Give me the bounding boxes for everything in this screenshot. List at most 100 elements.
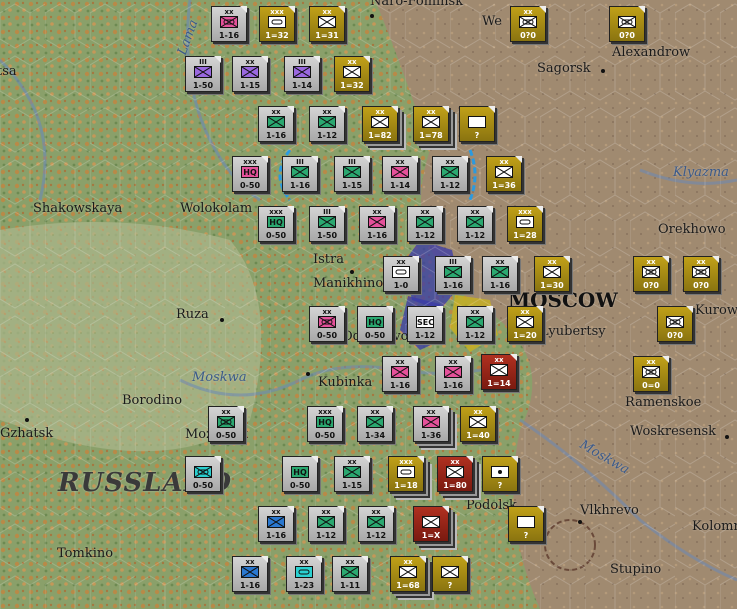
unit-counter[interactable]: ? [508, 506, 544, 542]
armor-symbol-icon [268, 16, 286, 28]
unit-counter[interactable]: III 1-50 [309, 206, 345, 242]
inf-symbol-icon [267, 516, 285, 528]
inf-symbol-icon [466, 216, 484, 228]
unit-counter[interactable]: xx 1-23 [286, 556, 322, 592]
unit-counter[interactable]: xxx 1=28 [507, 206, 543, 242]
unit-counter[interactable]: xx 1=78 [413, 106, 449, 142]
unit-counter[interactable]: 1=X [413, 506, 449, 542]
counter-corner [311, 456, 318, 463]
unit-counter[interactable]: xx 1-16 [435, 356, 471, 392]
unit-counter[interactable]: xx 1-15 [232, 56, 268, 92]
combat-strength: 1-12 [365, 531, 387, 540]
unit-counter[interactable]: xx 0-50 [208, 406, 244, 442]
unit-counter[interactable]: III 1-14 [284, 56, 320, 92]
combat-strength: 1-16 [442, 381, 464, 390]
unit-counter[interactable]: xx 1=68 [390, 556, 426, 592]
unit-counter[interactable]: xx 0-50 [309, 306, 345, 342]
unit-counter[interactable]: xx 1-12 [358, 506, 394, 542]
unit-counter[interactable]: xx 1=30 [534, 256, 570, 292]
unit-counter[interactable]: ? [482, 456, 518, 492]
unit-counter[interactable]: 0?0 [609, 6, 645, 42]
unit-counter[interactable]: 0-50 [185, 456, 221, 492]
unit-counter[interactable]: xx 1-34 [357, 406, 393, 442]
unit-counter[interactable]: xx 1=80 [437, 456, 473, 492]
inf-symbol-icon [441, 566, 459, 578]
unit-counter[interactable]: xx 0=0 [633, 356, 669, 392]
unit-counter[interactable]: xx 1=32 [334, 56, 370, 92]
mech-symbol-icon [666, 316, 684, 328]
unit-counter[interactable]: xx 1-12 [457, 206, 493, 242]
city-label: Lyubertsy [540, 324, 606, 339]
unit-counter[interactable]: ? [459, 106, 495, 142]
mech-symbol-icon [194, 466, 212, 478]
unit-counter[interactable]: xx 1-12 [407, 206, 443, 242]
unit-counter[interactable]: HQ 0-50 [357, 306, 393, 342]
unit-counter[interactable]: xx 1=31 [309, 6, 345, 42]
river-label: Moskwa [192, 370, 247, 385]
unit-counter[interactable]: 0?0 [657, 306, 693, 342]
unit-counter[interactable]: xxx 1=18 [388, 456, 424, 492]
combat-strength: ? [523, 531, 529, 540]
unit-counter[interactable]: III 1-15 [334, 156, 370, 192]
unit-counter[interactable]: xxx HQ 0-50 [307, 406, 343, 442]
game-map[interactable]: tsa Naro-Fominsk We Sagorsk Alexandrow S… [0, 0, 737, 609]
unit-counter[interactable]: xx 1-12 [309, 106, 345, 142]
unit-size-label: xx [523, 8, 533, 16]
combat-strength: 1-16 [389, 381, 411, 390]
unit-counter[interactable]: xx 0?0 [510, 6, 546, 42]
combat-strength: 0-50 [192, 481, 214, 490]
unit-counter[interactable]: xxx 1=32 [259, 6, 295, 42]
combat-strength: 0?0 [520, 31, 536, 40]
inf-symbol-icon [441, 166, 459, 178]
unit-counter[interactable]: xx 1=40 [460, 406, 496, 442]
unit-counter[interactable]: xx 1-16 [232, 556, 268, 592]
unit-counter[interactable]: xx 1-16 [258, 106, 294, 142]
unit-counter[interactable]: xx 1-16 [359, 206, 395, 242]
unit-counter[interactable]: xx 1-0 [383, 256, 419, 292]
unit-size-label: xx [448, 358, 458, 366]
unit-size-label: xx [370, 408, 380, 416]
city-label: Kurowo [695, 303, 737, 318]
unit-counter[interactable]: xx 1-16 [482, 256, 518, 292]
unit-counter[interactable]: HQ 0-50 [282, 456, 318, 492]
unit-size-label: xx [321, 508, 331, 516]
hq-symbol-icon: HQ [366, 316, 384, 328]
unit-counter[interactable]: xx 1-11 [332, 556, 368, 592]
unit-counter[interactable]: xx 1-15 [334, 456, 370, 492]
unit-size-label: xx [345, 558, 355, 566]
unit-size-label: xx [375, 108, 385, 116]
unit-counter[interactable]: III 1-16 [435, 256, 471, 292]
combat-strength: 0-50 [265, 231, 287, 240]
hq-text: HQ [318, 418, 332, 427]
unit-counter[interactable]: xx 1-14 [382, 156, 418, 192]
hq-text: HQ [368, 318, 382, 327]
unit-size-label: xxx [399, 458, 413, 466]
unit-counter[interactable]: ? [432, 556, 468, 592]
mech-symbol-icon [217, 416, 235, 428]
unit-counter[interactable]: xx 1=82 [362, 106, 398, 142]
unit-counter[interactable]: xx 1-36 [413, 406, 449, 442]
combat-strength: 1=20 [513, 331, 537, 340]
unit-counter[interactable]: xx 0?0 [683, 256, 719, 292]
combat-strength: 0-50 [364, 331, 386, 340]
unit-size-label: xx [646, 358, 656, 366]
unit-counter[interactable]: III 1-16 [282, 156, 318, 192]
inf-symbol-icon [399, 566, 417, 578]
unit-counter[interactable]: xxx HQ 0-50 [258, 206, 294, 242]
unit-counter[interactable]: xx 1=20 [507, 306, 543, 342]
unit-counter[interactable]: xx 1-16 [211, 6, 247, 42]
city-label: Istra [313, 252, 344, 267]
unit-counter[interactable]: xx 1-16 [258, 506, 294, 542]
unit-counter[interactable]: xx 1-12 [457, 306, 493, 342]
unit-counter[interactable]: III 1-50 [185, 56, 221, 92]
unit-counter[interactable]: xx 1=36 [486, 156, 522, 192]
unit-counter[interactable]: xx 0?0 [633, 256, 669, 292]
unit-size-label: xx [470, 308, 480, 316]
combat-strength: 1-12 [414, 231, 436, 240]
unit-counter[interactable]: xx 1-12 [308, 506, 344, 542]
unit-counter[interactable]: xxx HQ 0-50 [232, 156, 268, 192]
unit-counter[interactable]: xx 1-12 [432, 156, 468, 192]
unit-counter[interactable]: xx 1-16 [382, 356, 418, 392]
unit-counter[interactable]: xx 1=14 [481, 354, 517, 390]
unit-counter[interactable]: SEC 1-12 [407, 306, 443, 342]
